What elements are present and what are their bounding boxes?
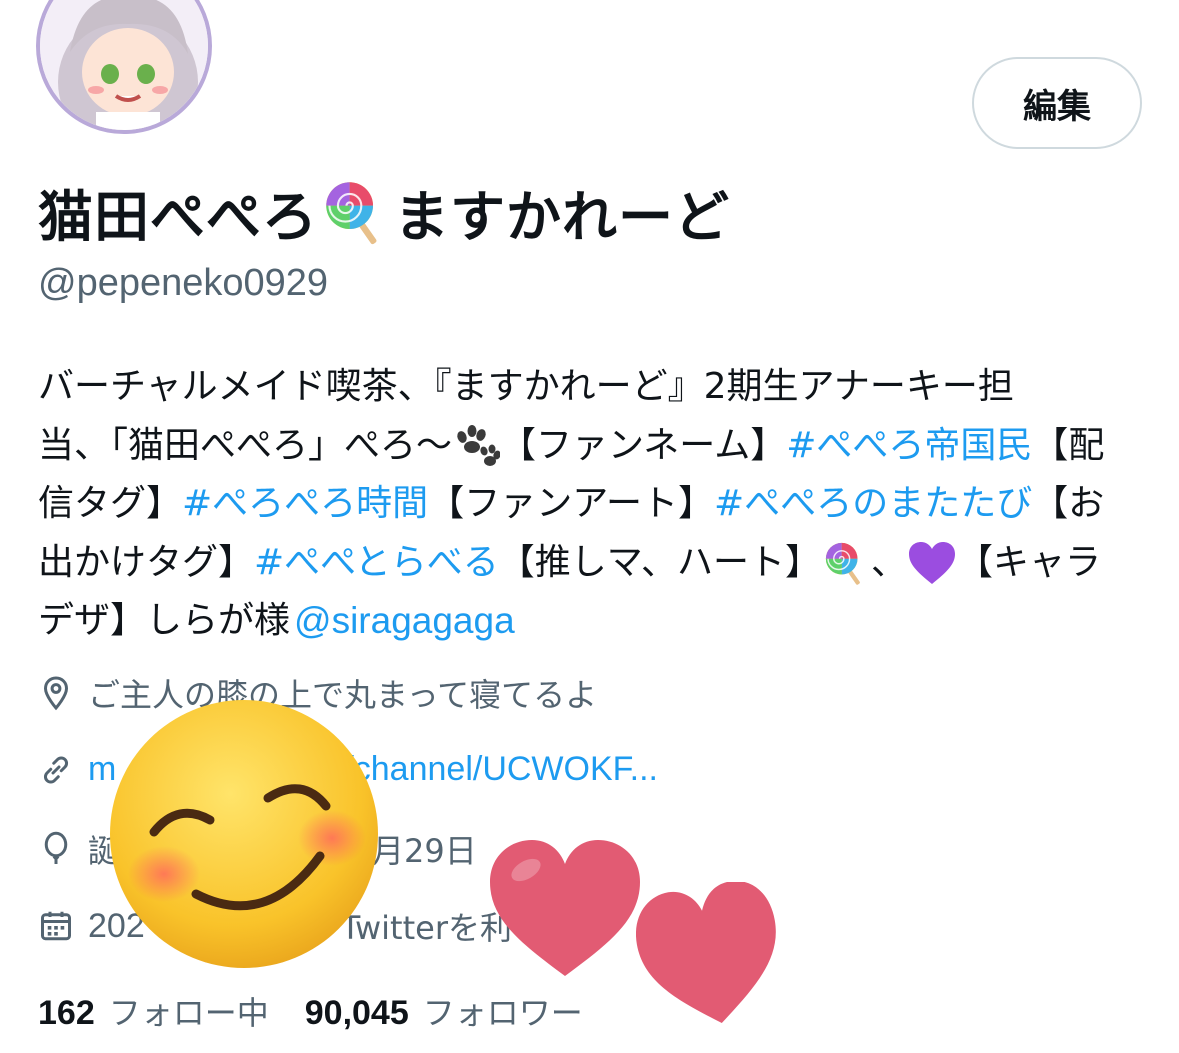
avatar[interactable]: [36, 0, 212, 134]
bio-text: 【お: [1032, 483, 1105, 524]
lollipop-emoji: [322, 178, 390, 246]
website-link[interactable]: /channel/UCWOKF...: [344, 750, 658, 789]
birthday-text: 月29日: [372, 832, 477, 870]
bio-line: 出かけタグ】 #ぺぺとらべる 【推しマ、ハート】 、 【キャラ: [38, 534, 1148, 593]
following-count: 162: [38, 994, 95, 1032]
bio-text: デザ】しらが様: [38, 600, 291, 641]
following-label: フォロー中: [108, 994, 269, 1032]
calendar-icon: [41, 911, 71, 941]
bio-text: 、: [870, 541, 907, 583]
bio-text: 【ファンアート】: [428, 483, 715, 524]
purple-heart-emoji: [908, 541, 955, 584]
followers-label: フォロワー: [422, 994, 583, 1032]
heart-sticker: [490, 840, 640, 976]
hashtag-link[interactable]: #ぺろぺろ時間: [182, 475, 428, 534]
followers-count: 90,045: [304, 994, 409, 1032]
bio-text: 【ファンネーム】: [500, 424, 787, 466]
paw-emoji: [457, 424, 501, 466]
hashtag-link[interactable]: #ぺぺとらべる: [254, 534, 499, 593]
followers-link[interactable]: 90,045 フォロワー: [305, 988, 583, 1034]
balloon-icon: [44, 831, 68, 864]
display-name-part1: 猫田ぺぺろ: [38, 185, 319, 249]
bio-line: バーチャルメイド喫茶、『ますかれーど』2期生アナーキー担: [38, 358, 1148, 417]
profile-page: 編集 猫田ぺぺろ ますかれーど @pepeneko0929 バーチャルメイド喫茶…: [0, 0, 1179, 1053]
bio-text: 出かけタグ】: [38, 541, 255, 583]
bio-text: 【推しマ、ハート】: [498, 541, 821, 583]
hashtag-link[interactable]: #ぺぺろのまたたび: [714, 475, 1032, 534]
follow-stats: 162 フォロー中 90,045 フォロワー: [38, 988, 583, 1034]
edit-profile-button[interactable]: 編集: [972, 57, 1142, 149]
bio-line: 信タグ】 #ぺろぺろ時間 【ファンアート】 #ぺぺろのまたたび 【お: [38, 475, 1148, 534]
bio-text: 【配: [1032, 424, 1105, 466]
bio-text: 信タグ】: [38, 483, 183, 524]
display-name-part2: ますかれーど: [394, 185, 731, 249]
smiling-face-sticker: [110, 700, 378, 968]
user-handle: @pepeneko0929: [38, 262, 329, 304]
bio-line: デザ】しらが様 @siragagaga: [38, 592, 1148, 651]
bio-text: バーチャルメイド喫茶、『ますかれーど』2期生アナーキー担: [38, 366, 1014, 407]
following-link[interactable]: 162 フォロー中: [38, 988, 269, 1034]
mention-link[interactable]: @siragagaga: [294, 592, 515, 651]
bio-line: 当、「猫田ぺぺろ」ぺろ〜 【ファンネーム】 #ぺぺろ帝国民 【配: [38, 417, 1148, 476]
lollipop-emoji: [823, 540, 869, 586]
heart-sticker: [636, 882, 776, 1023]
bio-text: 当、「猫田ぺぺろ」ぺろ〜: [38, 424, 453, 466]
bio: バーチャルメイド喫茶、『ますかれーど』2期生アナーキー担 当、「猫田ぺぺろ」ぺろ…: [38, 358, 1148, 651]
hashtag-link[interactable]: #ぺぺろ帝国民: [786, 417, 1032, 476]
bio-text: 【キャラ: [956, 541, 1101, 583]
display-name: 猫田ぺぺろ ますかれーど: [38, 172, 730, 252]
link-icon: [43, 755, 69, 784]
location-pin-icon: [43, 676, 69, 711]
